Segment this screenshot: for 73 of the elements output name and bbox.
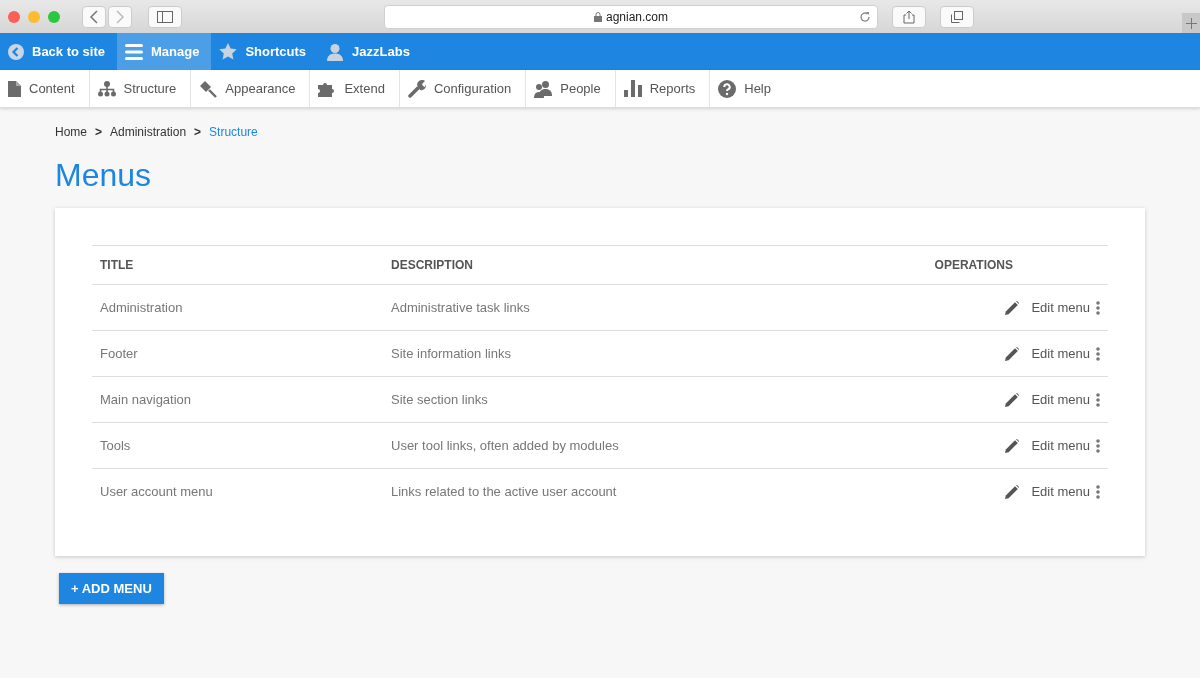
more-options-icon[interactable] xyxy=(1096,438,1100,453)
plus-icon xyxy=(1185,17,1197,29)
toolbar-tab[interactable]: JazzLabs xyxy=(318,33,422,70)
breadcrumb-separator: > xyxy=(194,125,202,139)
admin-menu-item[interactable]: People xyxy=(526,70,616,107)
help-icon xyxy=(718,79,737,98)
admin-menu-item[interactable]: Configuration xyxy=(399,70,527,107)
table-cell: Site information links xyxy=(391,346,511,361)
sidebar-button[interactable] xyxy=(148,5,182,28)
new-tab-button[interactable] xyxy=(1182,13,1200,33)
edit-menu-link[interactable]: Edit menu xyxy=(1005,392,1090,407)
admin-menu-item[interactable]: Content xyxy=(0,70,90,107)
toolbar-tab[interactable]: Back to site xyxy=(0,33,117,70)
hierarchy-icon xyxy=(97,80,116,97)
pencil-icon xyxy=(1005,438,1020,453)
admin-menu-item[interactable]: Help xyxy=(710,70,785,107)
table-cell: Administrative task links xyxy=(391,300,530,315)
table-cell: User account menu xyxy=(100,484,213,499)
forward-chevron-icon xyxy=(115,9,125,24)
reload-icon[interactable] xyxy=(859,10,871,23)
toolbar-tab[interactable]: Shortcuts xyxy=(211,33,319,70)
tabs-icon xyxy=(951,10,963,23)
breadcrumb-link[interactable]: Structure xyxy=(209,125,258,139)
table-cell: Links related to the active user account xyxy=(391,484,617,499)
more-options-icon[interactable] xyxy=(1096,346,1100,361)
people-icon xyxy=(534,79,553,98)
wrench-icon xyxy=(407,79,426,98)
pencil-icon xyxy=(1005,346,1020,361)
edit-menu-link[interactable]: Edit menu xyxy=(1005,346,1090,361)
puzzle-icon xyxy=(318,80,337,97)
paintbrush-icon xyxy=(199,79,218,98)
share-button[interactable] xyxy=(892,5,926,28)
url-text: agnian.com xyxy=(605,9,668,24)
edit-menu-link[interactable]: Edit menu xyxy=(1005,300,1090,315)
pencil-icon xyxy=(1005,392,1020,407)
breadcrumb-link[interactable]: Home xyxy=(55,125,87,139)
edit-menu-link[interactable]: Edit menu xyxy=(1005,438,1090,453)
bar-chart-icon xyxy=(623,80,642,97)
close-window-icon[interactable] xyxy=(8,10,20,23)
table-cell: Tools xyxy=(100,438,131,453)
breadcrumb-link[interactable]: Administration xyxy=(110,125,187,139)
user-icon xyxy=(326,42,345,61)
address-bar[interactable]: agnian.com xyxy=(384,4,878,29)
column-header: OPERATIONS xyxy=(798,245,1108,285)
table-cell: Site section links xyxy=(391,392,488,407)
breadcrumb-separator: > xyxy=(95,125,103,139)
more-options-icon[interactable] xyxy=(1096,484,1100,499)
pencil-icon xyxy=(1005,300,1020,315)
column-header: DESCRIPTION xyxy=(383,245,799,285)
page-title: Menus xyxy=(55,157,153,194)
add-menu-button[interactable]: + ADD MENU xyxy=(59,573,164,604)
more-options-icon[interactable] xyxy=(1096,392,1100,407)
edit-menu-link[interactable]: Edit menu xyxy=(1005,484,1090,499)
sidebar-icon xyxy=(157,10,173,23)
table-cell: Main navigation xyxy=(100,392,192,407)
menu-icon xyxy=(125,43,143,60)
lock-icon xyxy=(593,11,602,22)
document-icon xyxy=(8,80,21,97)
pencil-icon xyxy=(1005,484,1020,499)
admin-menu-item[interactable]: Appearance xyxy=(191,70,311,107)
admin-menu-item[interactable]: Reports xyxy=(615,70,711,107)
column-header: TITLE xyxy=(92,245,383,285)
table-cell: User tool links, often added by modules xyxy=(391,438,619,453)
table-cell: Administration xyxy=(100,300,183,315)
back-chevron-icon xyxy=(89,9,99,24)
admin-menu-item[interactable]: Structure xyxy=(89,70,192,107)
share-icon xyxy=(903,9,915,24)
star-icon xyxy=(219,43,238,60)
more-options-icon[interactable] xyxy=(1096,300,1100,315)
admin-menu-item[interactable]: Extend xyxy=(310,70,400,107)
tabs-button[interactable] xyxy=(940,5,974,28)
table-cell: Footer xyxy=(100,346,138,361)
back-button[interactable] xyxy=(82,5,106,28)
